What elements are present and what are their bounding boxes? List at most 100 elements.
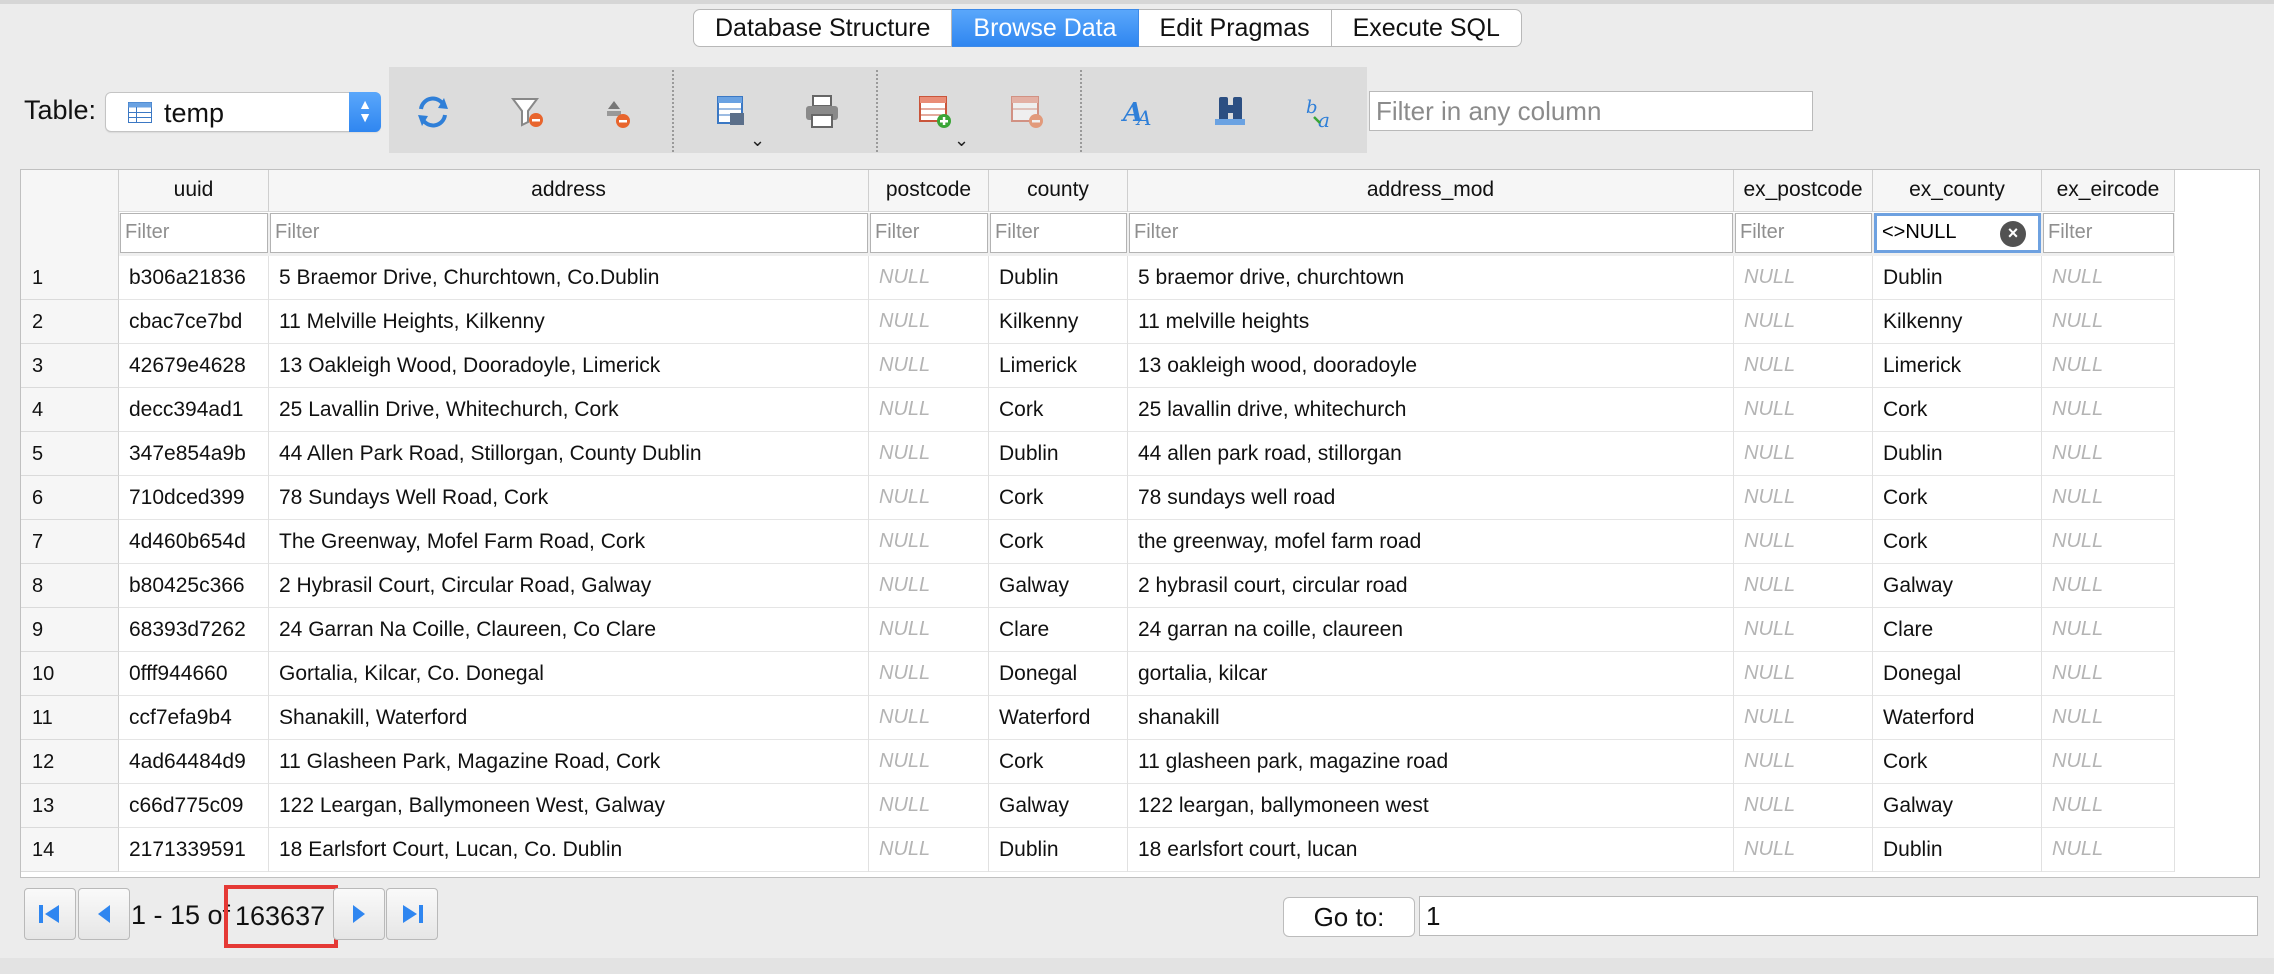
cell-uuid[interactable]: decc394ad1 xyxy=(119,388,269,432)
cell-postcode[interactable]: NULL xyxy=(869,696,989,740)
table-row[interactable]: 11 ccf7efa9b4 Shanakill, Waterford NULL Wate… xyxy=(21,696,2259,740)
clear-filter-icon[interactable]: × xyxy=(2000,221,2026,247)
filter-input-ex-county[interactable]: <>NULL × xyxy=(1874,213,2041,253)
cell-ex-county[interactable]: Dublin xyxy=(1873,432,2042,476)
first-page-button[interactable] xyxy=(24,888,76,940)
filter-any-column-input[interactable]: Filter in any column xyxy=(1369,91,1813,131)
cell-postcode[interactable]: NULL xyxy=(869,344,989,388)
row-number[interactable]: 13 xyxy=(21,784,119,828)
row-number[interactable]: 2 xyxy=(21,300,119,344)
cell-ex-eircode[interactable]: NULL xyxy=(2042,256,2175,300)
row-number[interactable]: 4 xyxy=(21,388,119,432)
cell-ex-eircode[interactable]: NULL xyxy=(2042,740,2175,784)
print-icon[interactable] xyxy=(797,87,847,137)
cell-ex-county[interactable]: Cork xyxy=(1873,740,2042,784)
cell-address[interactable]: Shanakill, Waterford xyxy=(269,696,869,740)
filter-input-county[interactable]: Filter xyxy=(990,213,1127,253)
cell-address[interactable]: 13 Oakleigh Wood, Dooradoyle, Limerick xyxy=(269,344,869,388)
cell-ex-county[interactable]: Limerick xyxy=(1873,344,2042,388)
cell-ex-postcode[interactable]: NULL xyxy=(1734,300,1873,344)
table-row[interactable]: 4 decc394ad1 25 Lavallin Drive, Whitechurc… xyxy=(21,388,2259,432)
table-row[interactable]: 3 42679e4628 13 Oakleigh Wood, Dooradoyle,… xyxy=(21,344,2259,388)
cell-county[interactable]: Dublin xyxy=(989,432,1128,476)
table-row[interactable]: 2 cbac7ce7bd 11 Melville Heights, Kilkenny… xyxy=(21,300,2259,344)
cell-ex-postcode[interactable]: NULL xyxy=(1734,740,1873,784)
cell-ex-eircode[interactable]: NULL xyxy=(2042,828,2175,872)
row-number[interactable]: 14 xyxy=(21,828,119,872)
cell-county[interactable]: Dublin xyxy=(989,256,1128,300)
chevron-down-icon[interactable]: ⌄ xyxy=(750,130,765,151)
cell-ex-postcode[interactable]: NULL xyxy=(1734,476,1873,520)
cell-ex-eircode[interactable]: NULL xyxy=(2042,652,2175,696)
cell-address[interactable]: 5 Braemor Drive, Churchtown, Co.Dublin xyxy=(269,256,869,300)
cell-ex-eircode[interactable]: NULL xyxy=(2042,344,2175,388)
column-header-ex-county[interactable]: ex_county xyxy=(1873,170,2042,212)
table-row[interactable]: 10 0fff944660 Gortalia, Kilcar, Co. Donega… xyxy=(21,652,2259,696)
cell-address[interactable]: Gortalia, Kilcar, Co. Donegal xyxy=(269,652,869,696)
cell-county[interactable]: Cork xyxy=(989,520,1128,564)
cell-ex-county[interactable]: Kilkenny xyxy=(1873,300,2042,344)
cell-address[interactable]: 78 Sundays Well Road, Cork xyxy=(269,476,869,520)
cell-uuid[interactable]: 4ad64484d9 xyxy=(119,740,269,784)
cell-postcode[interactable]: NULL xyxy=(869,652,989,696)
cell-uuid[interactable]: c66d775c09 xyxy=(119,784,269,828)
filter-input-ex-eircode[interactable]: Filter xyxy=(2043,213,2174,253)
last-page-button[interactable] xyxy=(386,888,438,940)
cell-ex-postcode[interactable]: NULL xyxy=(1734,344,1873,388)
filter-input-address-mod[interactable]: Filter xyxy=(1129,213,1733,253)
cell-uuid[interactable]: cbac7ce7bd xyxy=(119,300,269,344)
table-row[interactable]: 1 b306a21836 5 Braemor Drive, Churchtown, … xyxy=(21,256,2259,300)
tab-execute-sql[interactable]: Execute SQL xyxy=(1331,9,1522,47)
column-header-address[interactable]: address xyxy=(269,170,869,212)
table-row[interactable]: 14 2171339591 18 Earlsfort Court, Lucan, C… xyxy=(21,828,2259,872)
cell-county[interactable]: Cork xyxy=(989,740,1128,784)
cell-county[interactable]: Dublin xyxy=(989,828,1128,872)
cell-ex-county[interactable]: Dublin xyxy=(1873,256,2042,300)
cell-address[interactable]: 18 Earlsfort Court, Lucan, Co. Dublin xyxy=(269,828,869,872)
row-number[interactable]: 6 xyxy=(21,476,119,520)
cell-uuid[interactable]: ccf7efa9b4 xyxy=(119,696,269,740)
cell-address[interactable]: 11 Glasheen Park, Magazine Road, Cork xyxy=(269,740,869,784)
row-number[interactable]: 1 xyxy=(21,256,119,300)
cell-address-mod[interactable]: 13 oakleigh wood, dooradoyle xyxy=(1128,344,1734,388)
cell-uuid[interactable]: 2171339591 xyxy=(119,828,269,872)
cell-uuid[interactable]: 4d460b654d xyxy=(119,520,269,564)
filter-input-uuid[interactable]: Filter xyxy=(120,213,268,253)
cell-county[interactable]: Clare xyxy=(989,608,1128,652)
previous-page-button[interactable] xyxy=(78,888,130,940)
save-results-icon[interactable] xyxy=(706,87,756,137)
cell-ex-postcode[interactable]: NULL xyxy=(1734,652,1873,696)
cell-ex-eircode[interactable]: NULL xyxy=(2042,608,2175,652)
cell-ex-county[interactable]: Cork xyxy=(1873,388,2042,432)
row-number[interactable]: 9 xyxy=(21,608,119,652)
cell-ex-county[interactable]: Dublin xyxy=(1873,828,2042,872)
cell-postcode[interactable]: NULL xyxy=(869,608,989,652)
cell-address-mod[interactable]: the greenway, mofel farm road xyxy=(1128,520,1734,564)
cell-address-mod[interactable]: 11 melville heights xyxy=(1128,300,1734,344)
cell-ex-postcode[interactable]: NULL xyxy=(1734,696,1873,740)
column-header-address-mod[interactable]: address_mod xyxy=(1128,170,1734,212)
find-icon[interactable] xyxy=(1206,87,1256,137)
cell-postcode[interactable]: NULL xyxy=(869,828,989,872)
row-number[interactable]: 11 xyxy=(21,696,119,740)
cell-address-mod[interactable]: 18 earlsfort court, lucan xyxy=(1128,828,1734,872)
cell-uuid[interactable]: 710dced399 xyxy=(119,476,269,520)
cell-ex-postcode[interactable]: NULL xyxy=(1734,432,1873,476)
table-select[interactable]: temp ▲ ▼ xyxy=(105,92,381,132)
cell-ex-eircode[interactable]: NULL xyxy=(2042,432,2175,476)
cell-county[interactable]: Galway xyxy=(989,784,1128,828)
table-row[interactable]: 5 347e854a9b 44 Allen Park Road, Stillorga… xyxy=(21,432,2259,476)
filter-input-address[interactable]: Filter xyxy=(270,213,868,253)
cell-ex-county[interactable]: Clare xyxy=(1873,608,2042,652)
delete-record-icon[interactable] xyxy=(1002,87,1052,137)
next-page-button[interactable] xyxy=(333,888,385,940)
cell-uuid[interactable]: 0fff944660 xyxy=(119,652,269,696)
cell-ex-eircode[interactable]: NULL xyxy=(2042,696,2175,740)
cell-ex-postcode[interactable]: NULL xyxy=(1734,828,1873,872)
row-number[interactable]: 3 xyxy=(21,344,119,388)
cell-address[interactable]: 2 Hybrasil Court, Circular Road, Galway xyxy=(269,564,869,608)
cell-county[interactable]: Kilkenny xyxy=(989,300,1128,344)
cell-uuid[interactable]: b80425c366 xyxy=(119,564,269,608)
cell-ex-eircode[interactable]: NULL xyxy=(2042,388,2175,432)
cell-ex-postcode[interactable]: NULL xyxy=(1734,388,1873,432)
